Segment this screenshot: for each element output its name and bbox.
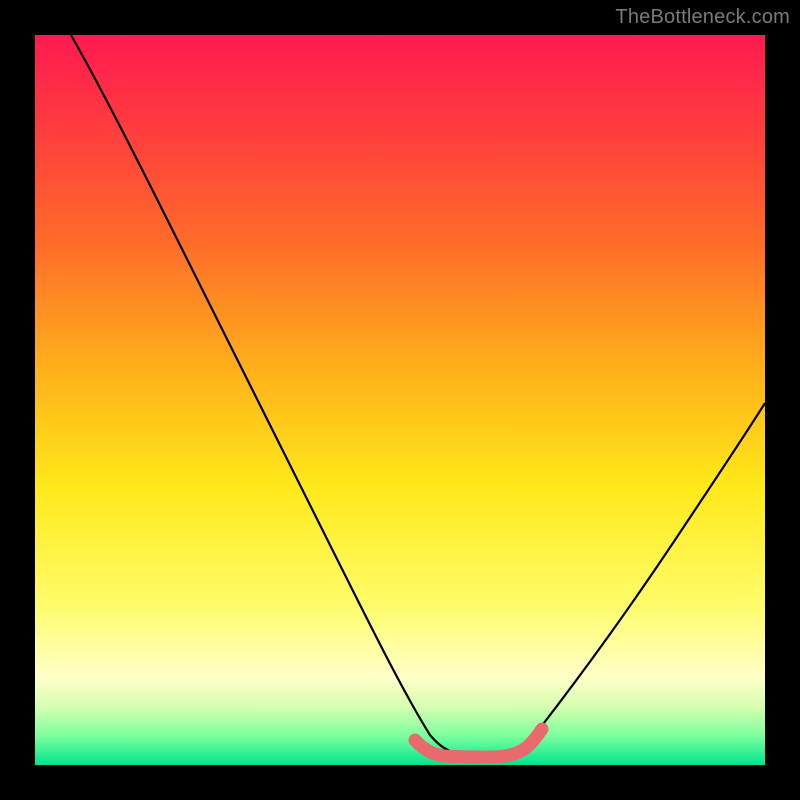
chart-frame: TheBottleneck.com — [0, 0, 800, 800]
bottleneck-curve-svg — [35, 35, 765, 765]
bottom-accent-band — [415, 729, 542, 757]
bottleneck-curve — [71, 35, 765, 753]
plot-area — [35, 35, 765, 765]
watermark-text: TheBottleneck.com — [615, 6, 790, 29]
